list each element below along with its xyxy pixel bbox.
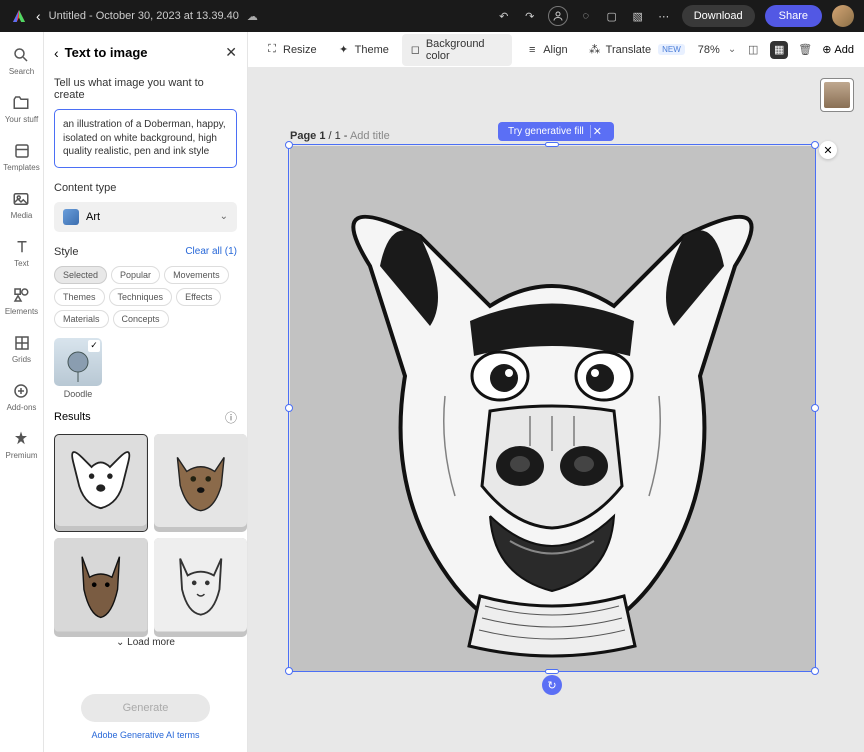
style-chips: Selected Popular Movements Themes Techni… bbox=[54, 266, 237, 328]
translate-icon: ⁂ bbox=[588, 43, 602, 57]
user-avatar[interactable] bbox=[832, 5, 854, 27]
crop-icon[interactable]: ◫ bbox=[744, 41, 762, 59]
panel-back-button[interactable]: ‹ bbox=[54, 45, 59, 61]
chip-concepts[interactable]: Concepts bbox=[113, 310, 169, 328]
handle-tc[interactable] bbox=[545, 142, 559, 147]
content-type-label: Content type bbox=[54, 182, 237, 194]
handle-ml[interactable] bbox=[285, 404, 293, 412]
new-badge: NEW bbox=[658, 44, 685, 55]
canvas-wrap: ⛶Resize ✦Theme ◻Background color ≡Align … bbox=[248, 32, 864, 752]
selection-frame[interactable]: ✕ ↻ bbox=[288, 144, 816, 672]
canvas-area[interactable]: Page 1 / 1 - Add title Try generative fi… bbox=[248, 68, 864, 752]
zoom-chevron-icon[interactable]: ⌄ bbox=[728, 44, 736, 55]
result-thumb-2[interactable] bbox=[154, 434, 248, 533]
app-logo[interactable] bbox=[10, 7, 28, 25]
generate-button[interactable]: Generate bbox=[81, 694, 209, 722]
result-thumb-3[interactable] bbox=[54, 538, 148, 637]
handle-bl[interactable] bbox=[285, 667, 293, 675]
theme-icon: ✦ bbox=[337, 43, 351, 57]
undo-icon[interactable]: ↶ bbox=[496, 8, 512, 24]
chip-materials[interactable]: Materials bbox=[54, 310, 109, 328]
topbar: ‹ Untitled - October 30, 2023 at 13.39.4… bbox=[0, 0, 864, 32]
rail-your-stuff[interactable]: Your stuff bbox=[5, 94, 38, 124]
results-label: Results bbox=[54, 411, 91, 423]
handle-br[interactable] bbox=[811, 667, 819, 675]
panel-close-button[interactable]: ✕ bbox=[225, 44, 237, 61]
chip-movements[interactable]: Movements bbox=[164, 266, 229, 284]
more-icon[interactable]: ⋯ bbox=[656, 8, 672, 24]
gen-fill-close-button[interactable]: ✕ bbox=[590, 125, 604, 138]
align-tool[interactable]: ≡Align bbox=[518, 39, 574, 61]
plus-icon: ⊕ bbox=[822, 43, 831, 56]
result-thumb-4[interactable] bbox=[154, 538, 248, 637]
zoom-level[interactable]: 78% bbox=[698, 44, 720, 56]
resize-icon: ⛶ bbox=[265, 43, 279, 57]
prompt-label: Tell us what image you want to create bbox=[54, 77, 237, 101]
generative-fill-popup[interactable]: Try generative fill✕ bbox=[498, 122, 614, 141]
handle-bc[interactable] bbox=[545, 669, 559, 674]
prompt-input[interactable]: an illustration of a Doberman, happy, is… bbox=[54, 109, 237, 168]
align-icon: ≡ bbox=[525, 43, 539, 57]
panel-title: Text to image bbox=[65, 45, 220, 60]
chip-popular[interactable]: Popular bbox=[111, 266, 160, 284]
terms-link[interactable]: Adobe Generative AI terms bbox=[54, 730, 237, 740]
invite-icon[interactable] bbox=[548, 6, 568, 26]
translate-tool[interactable]: ⁂TranslateNEW bbox=[581, 39, 692, 61]
art-icon bbox=[63, 209, 79, 225]
trash-icon[interactable]: 🗑 bbox=[796, 41, 814, 59]
background-color-tool[interactable]: ◻Background color bbox=[402, 34, 512, 66]
rail-elements[interactable]: Elements bbox=[5, 286, 38, 316]
chip-themes[interactable]: Themes bbox=[54, 288, 105, 306]
chip-effects[interactable]: Effects bbox=[176, 288, 221, 306]
clear-all-link[interactable]: Clear all (1) bbox=[185, 246, 237, 257]
left-rail: Search Your stuff Templates Media Text E… bbox=[0, 32, 44, 752]
comment-icon[interactable]: ▢ bbox=[604, 8, 620, 24]
cloud-sync-icon: ☁ bbox=[247, 10, 258, 23]
style-label: Style bbox=[54, 246, 78, 258]
rail-grids[interactable]: Grids bbox=[12, 334, 31, 364]
document-title: Untitled - October 30, 2023 at 13.39.40 bbox=[49, 10, 239, 22]
layers-icon[interactable]: ▦ bbox=[770, 41, 788, 59]
handle-tr[interactable] bbox=[811, 141, 819, 149]
rail-addons[interactable]: Add-ons bbox=[7, 382, 37, 412]
rail-templates[interactable]: Templates bbox=[3, 142, 39, 172]
resize-tool[interactable]: ⛶Resize bbox=[258, 39, 324, 61]
content-type-select[interactable]: Art ⌄ bbox=[54, 202, 237, 232]
result-thumb-1[interactable] bbox=[54, 434, 148, 533]
handle-tl[interactable] bbox=[285, 141, 293, 149]
present-icon[interactable]: ▧ bbox=[630, 8, 646, 24]
lightbulb-icon[interactable]: ◌ bbox=[578, 8, 594, 24]
back-button[interactable]: ‹ bbox=[36, 8, 41, 24]
chip-techniques[interactable]: Techniques bbox=[109, 288, 173, 306]
page-label[interactable]: Page 1 / 1 - Add title bbox=[290, 130, 390, 142]
text-to-image-panel: ‹ Text to image ✕ Tell us what image you… bbox=[44, 32, 248, 752]
redo-icon[interactable]: ↷ bbox=[522, 8, 538, 24]
rail-text[interactable]: Text bbox=[13, 238, 31, 268]
rotate-handle[interactable]: ↻ bbox=[542, 675, 562, 695]
load-more-button[interactable]: ⌄ Load more bbox=[54, 637, 237, 648]
share-button[interactable]: Share bbox=[765, 5, 822, 27]
rail-media[interactable]: Media bbox=[11, 190, 33, 220]
info-icon[interactable]: ⓘ bbox=[225, 409, 237, 426]
handle-mr[interactable] bbox=[811, 404, 819, 412]
checkmark-icon: ✓ bbox=[88, 340, 100, 352]
results-grid bbox=[54, 434, 237, 627]
add-page-button[interactable]: ⊕Add bbox=[822, 43, 854, 56]
page-thumbnail[interactable] bbox=[820, 78, 854, 112]
theme-tool[interactable]: ✦Theme bbox=[330, 39, 396, 61]
rail-premium[interactable]: Premium bbox=[5, 430, 37, 460]
style-thumbnail[interactable]: ✓ Doodle bbox=[54, 338, 237, 399]
canvas-toolbar: ⛶Resize ✦Theme ◻Background color ≡Align … bbox=[248, 32, 864, 68]
bgcolor-icon: ◻ bbox=[409, 43, 422, 57]
chevron-down-icon: ⌄ bbox=[220, 211, 228, 222]
rail-search[interactable]: Search bbox=[9, 46, 34, 76]
download-button[interactable]: Download bbox=[682, 5, 755, 27]
deselect-button[interactable]: ✕ bbox=[819, 141, 837, 159]
chip-selected[interactable]: Selected bbox=[54, 266, 107, 284]
